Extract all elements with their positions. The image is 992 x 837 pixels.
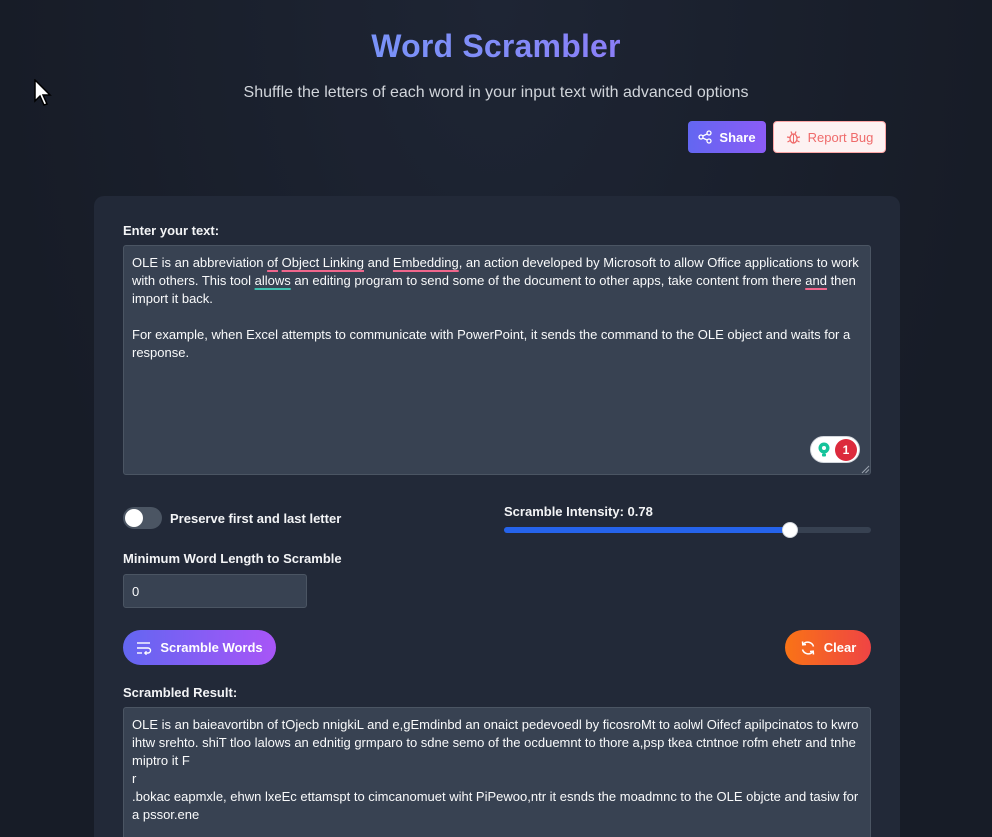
page-subtitle: Shuffle the letters of each word in your… [243,84,749,101]
intensity-slider-fill [504,527,791,533]
grammar-assistant-icon [818,442,830,456]
spelling-flag-embedding[interactable]: Embedding [393,255,459,270]
share-button[interactable]: Share [688,121,766,153]
grammar-checker-badge[interactable]: 1 [810,436,860,463]
intensity-label: Scramble Intensity: 0.78 [504,504,653,519]
grammar-issue-count: 1 [835,438,857,461]
page-title: Word Scrambler [0,28,992,65]
preserve-letters-toggle[interactable] [123,507,162,529]
input-text-segment: OLE is an abbreviation [132,255,268,270]
input-textarea[interactable]: OLE is an abbreviation of Object Linking… [123,245,871,475]
refresh-icon [801,640,814,655]
share-icon [698,130,713,144]
spelling-flag-object-linking[interactable]: Object Linking [282,255,364,270]
min-length-label: Minimum Word Length to Scramble [123,551,342,566]
input-text-segment: an editing program to send some of the d… [290,273,806,288]
scrambled-result-textarea[interactable]: OLE is an baieavortibn of tOjecb nnigkiL… [123,707,871,837]
clear-button-label: Clear [823,640,857,655]
spelling-flag-and[interactable]: and [805,273,827,288]
intensity-slider[interactable] [504,522,871,538]
result-label: Scrambled Result: [123,685,238,700]
report-bug-button[interactable]: Report Bug [773,121,886,153]
min-length-input[interactable] [123,574,307,608]
share-button-label: Share [719,129,756,145]
scramble-words-button[interactable]: Scramble Words [123,630,276,665]
bug-icon [786,130,800,144]
toggle-knob [125,509,143,527]
input-text-segment: and [364,255,393,270]
resize-handle-icon[interactable] [860,464,870,474]
report-bug-button-label: Report Bug [807,129,874,145]
grammar-flag-allows[interactable]: allows [255,273,291,288]
input-label: Enter your text: [123,223,220,238]
preserve-letters-label: Preserve first and last letter [170,511,342,526]
clear-button[interactable]: Clear [785,630,871,665]
wrap-text-icon [137,641,152,655]
scramble-words-button-label: Scramble Words [160,640,263,655]
spelling-flag-of[interactable]: of [267,255,278,270]
